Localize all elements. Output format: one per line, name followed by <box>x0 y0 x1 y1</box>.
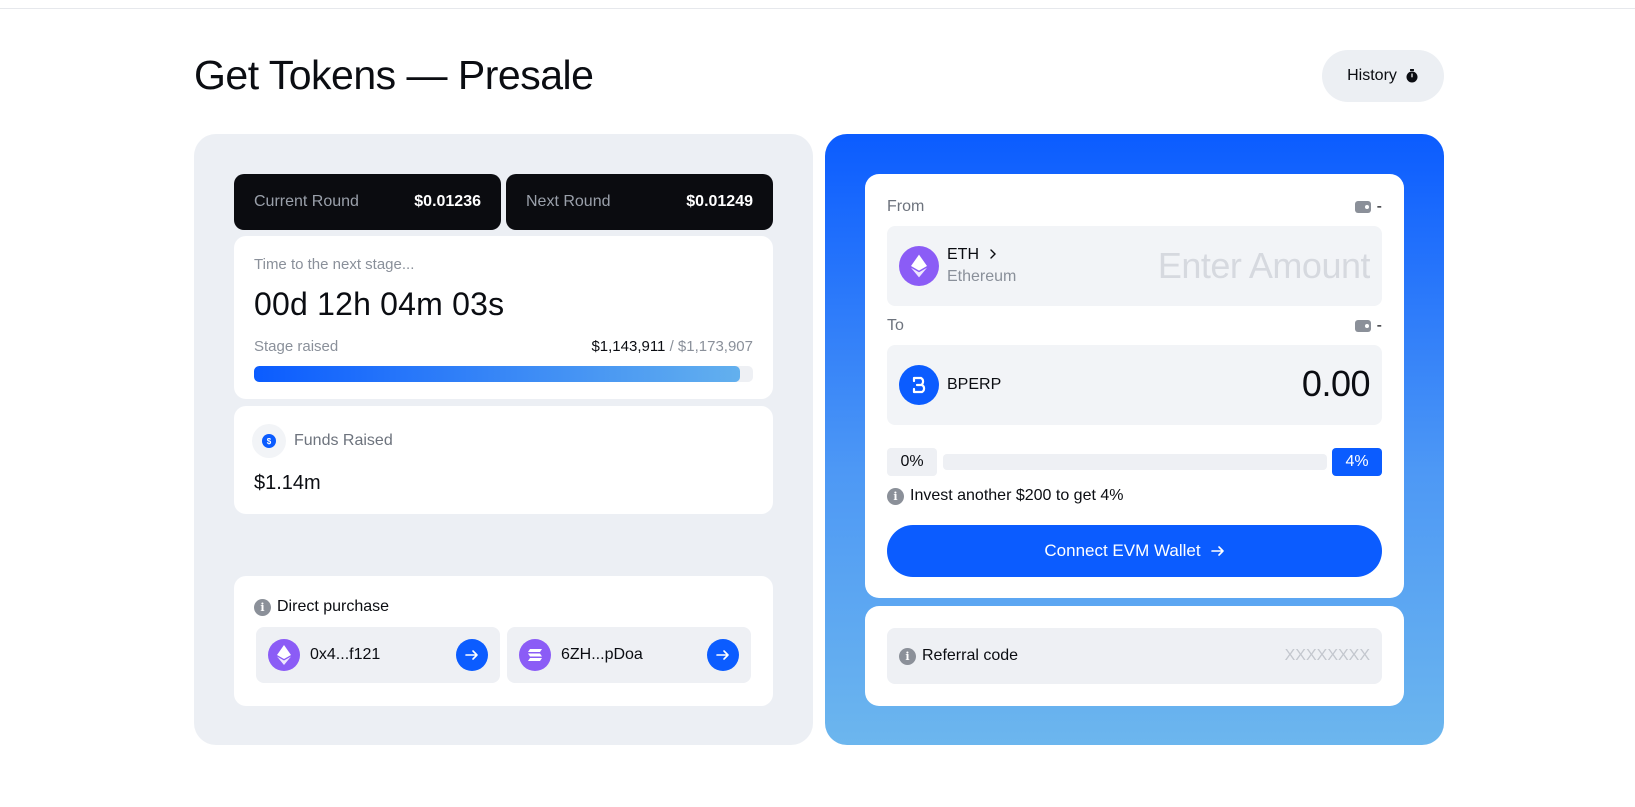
to-balance-value: - <box>1376 317 1382 334</box>
top-divider <box>0 8 1635 9</box>
from-balance-value: - <box>1376 198 1382 215</box>
page-title: Get Tokens — Presale <box>194 52 594 98</box>
stage-raised-amount: $1,143,911 <box>591 338 666 355</box>
referral-field: i Referral code <box>887 628 1382 684</box>
direct-purchase-title: Direct purchase <box>277 598 390 615</box>
arrow-right-icon <box>1210 546 1224 556</box>
referral-card: i Referral code <box>865 606 1404 706</box>
info-icon: i <box>899 647 916 665</box>
invest-bonus-note: i Invest another $200 to get 4% <box>887 487 1123 505</box>
current-round-label: Current Round <box>254 193 359 210</box>
bonus-min-badge: 0% <box>887 448 937 476</box>
from-token-network: Ethereum <box>947 268 1017 285</box>
bonus-max-badge: 4% <box>1332 448 1382 476</box>
stage-card: Time to the next stage... 00d 12h 04m 03… <box>234 236 773 399</box>
eth-address-box[interactable]: 0x4...f121 <box>256 627 500 683</box>
bonus-progress-track <box>943 454 1327 470</box>
direct-purchase-card: i Direct purchase 0x4...f121 6ZH...pDoa <box>234 576 773 706</box>
stage-raised-separator: / <box>665 338 678 355</box>
from-amount-input[interactable] <box>1110 244 1370 288</box>
connect-wallet-label: Connect EVM Wallet <box>1044 541 1201 560</box>
current-round-card: Current Round $0.01236 <box>234 174 501 230</box>
funds-icon-wrap: $ <box>252 424 286 458</box>
wallet-icon <box>1354 201 1371 213</box>
ethereum-icon <box>268 639 300 671</box>
from-token-box: ETH Ethereum <box>887 226 1382 306</box>
info-icon: i <box>887 487 904 505</box>
invest-note-text: Invest another $200 to get 4% <box>910 487 1124 504</box>
referral-code-input[interactable] <box>1024 647 1370 665</box>
to-wallet-balance: - <box>1354 317 1382 335</box>
presale-info-panel: Current Round $0.01236 Next Round $0.012… <box>194 134 813 745</box>
sol-address-arrow-button[interactable] <box>707 639 739 671</box>
stage-progress-fill <box>254 366 741 382</box>
to-token-box: BPERP 0.00 <box>887 345 1382 425</box>
bonus-progress-row: 0% 4% <box>887 448 1382 476</box>
solana-icon <box>519 639 551 671</box>
next-round-label: Next Round <box>526 193 611 210</box>
to-token-symbol: BPERP <box>947 376 1002 393</box>
wallet-icon <box>1354 320 1371 332</box>
to-amount-value: 0.00 <box>1301 363 1371 404</box>
stage-raised-label: Stage raised <box>254 338 339 355</box>
funds-coin-icon: $ <box>262 434 276 448</box>
connect-wallet-button[interactable]: Connect EVM Wallet <box>887 525 1382 577</box>
sol-address-box[interactable]: 6ZH...pDoa <box>507 627 751 683</box>
history-label: History <box>1347 67 1397 84</box>
stage-countdown-timer: 00d 12h 04m 03s <box>254 286 505 322</box>
stage-raised-target: $1,173,907 <box>677 338 753 355</box>
stage-progress-bar <box>254 366 753 382</box>
from-token-selector[interactable]: ETH <box>947 246 997 264</box>
stage-countdown-label: Time to the next stage... <box>254 256 415 273</box>
next-round-card: Next Round $0.01249 <box>506 174 773 230</box>
direct-purchase-header: i Direct purchase <box>254 598 389 616</box>
current-round-price: $0.01236 <box>414 193 481 210</box>
arrow-right-icon <box>465 650 478 660</box>
info-icon: i <box>254 598 271 616</box>
stopwatch-icon <box>1406 69 1418 83</box>
funds-raised-card: $ Funds Raised $1.14m <box>234 406 773 514</box>
referral-label: Referral code <box>922 647 1019 664</box>
ethereum-icon <box>899 246 939 286</box>
bperp-token-icon <box>899 365 939 405</box>
eth-address-arrow-button[interactable] <box>456 639 488 671</box>
stage-raised-values: $1,143,911 / $1,173,907 <box>591 338 753 355</box>
chevron-right-icon <box>990 249 997 259</box>
swap-card: From - ETH Ethereum To - BPERP <box>865 174 1404 598</box>
funds-raised-label: Funds Raised <box>294 432 393 449</box>
next-round-price: $0.01249 <box>686 193 753 210</box>
sol-address: 6ZH...pDoa <box>561 646 643 663</box>
from-token-symbol: ETH <box>947 246 979 263</box>
to-label: To <box>887 317 904 334</box>
funds-raised-value: $1.14m <box>254 472 321 494</box>
history-button[interactable]: History <box>1322 50 1444 102</box>
eth-address: 0x4...f121 <box>310 646 381 663</box>
arrow-right-icon <box>716 650 729 660</box>
from-label: From <box>887 198 925 215</box>
swap-panel: From - ETH Ethereum To - BPERP <box>825 134 1444 745</box>
from-wallet-balance: - <box>1354 198 1382 216</box>
